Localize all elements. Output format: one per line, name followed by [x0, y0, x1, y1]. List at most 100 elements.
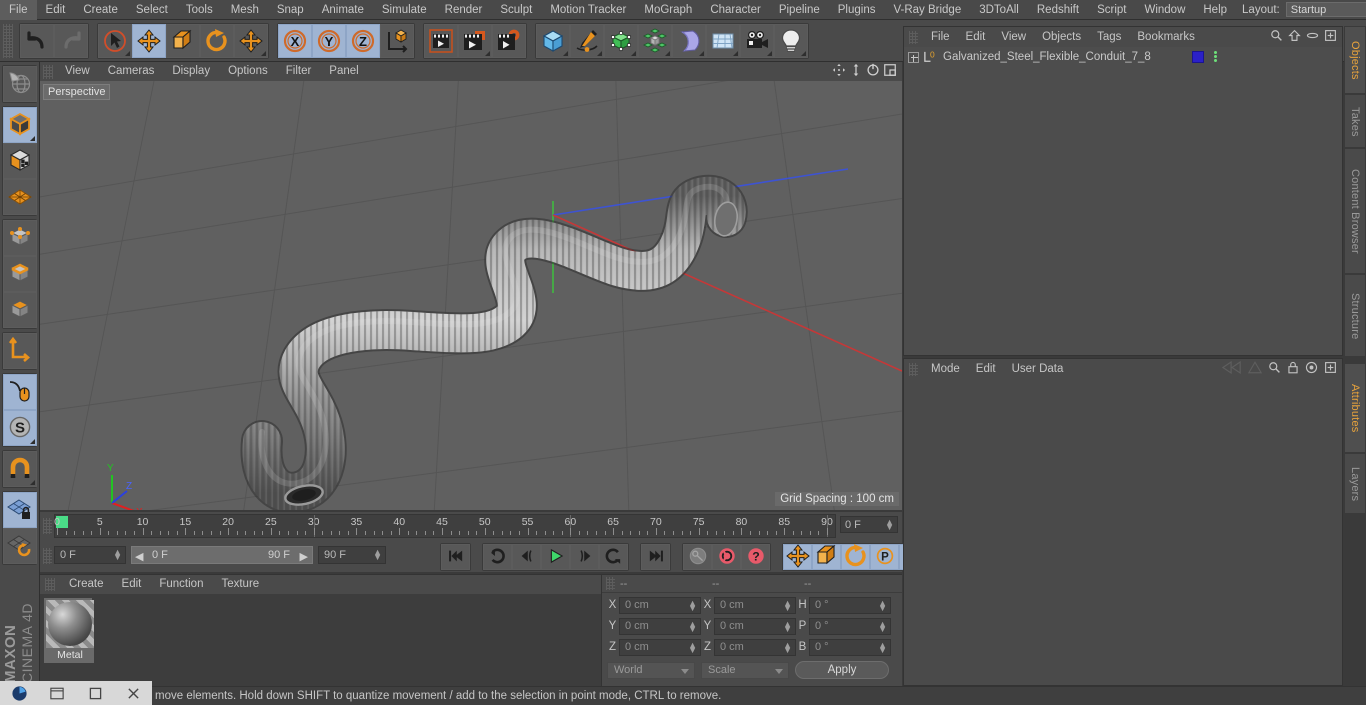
record-active-objects-button[interactable]: [683, 544, 712, 570]
corner-triangle-icon[interactable]: [801, 50, 806, 56]
vtab-structure[interactable]: Structure: [1344, 274, 1366, 358]
go-to-end-button[interactable]: [641, 544, 670, 570]
perspective-viewport[interactable]: Perspective Y Z Grid Spacing: 100 cm: [40, 81, 902, 510]
menu-item-file[interactable]: File: [923, 27, 958, 47]
size-y-field[interactable]: 0 cm ▲ ▼: [714, 617, 796, 635]
position-key-button[interactable]: [783, 543, 812, 570]
render-settings-button[interactable]: [492, 23, 526, 58]
plus-box-icon[interactable]: [1324, 361, 1337, 377]
points-mode-button[interactable]: [3, 220, 37, 256]
object-manager-grip[interactable]: [909, 30, 918, 44]
lock-icon[interactable]: [1287, 361, 1299, 377]
expand-icon[interactable]: [908, 51, 919, 63]
vtab-attributes[interactable]: Attributes: [1344, 363, 1366, 454]
menu-item-motion-tracker[interactable]: Motion Tracker: [541, 0, 635, 20]
range-right-arrow-icon[interactable]: ▶: [300, 550, 308, 563]
scale-button[interactable]: [166, 23, 200, 58]
add-deformer-button[interactable]: [672, 23, 706, 58]
spinner-icon[interactable]: ▲ ▼: [373, 548, 382, 562]
step-back-button[interactable]: [512, 544, 541, 570]
menu-item-edit[interactable]: Edit: [113, 575, 151, 594]
playback-range-bar[interactable]: ◀ 0 F 90 F ▶: [131, 546, 313, 564]
make-editable-button[interactable]: [3, 66, 37, 102]
add-camera-button[interactable]: [740, 23, 774, 58]
menu-item-edit[interactable]: Edit: [37, 0, 75, 20]
range-left-arrow-icon[interactable]: ◀: [135, 550, 143, 563]
parameter-key-button[interactable]: P: [870, 544, 899, 570]
menu-item-user-data[interactable]: User Data: [1004, 359, 1072, 379]
object-row[interactable]: 0 Galvanized_Steel_Flexible_Conduit_7_8: [904, 47, 1342, 67]
menu-item-simulate[interactable]: Simulate: [373, 0, 436, 20]
menu-item-pipeline[interactable]: Pipeline: [770, 0, 829, 20]
c4d-app-icon[interactable]: [0, 681, 38, 705]
size-z-field[interactable]: 0 cm ▲ ▼: [714, 638, 796, 656]
home-icon[interactable]: [1288, 29, 1301, 45]
play-reverse-loop-button[interactable]: [483, 544, 512, 570]
playbar-preview-end-field[interactable]: 90 F ▲ ▼: [318, 546, 386, 564]
go-to-start-button[interactable]: [441, 544, 470, 570]
corner-triangle-icon[interactable]: [665, 50, 670, 56]
spinner-icon[interactable]: ▲ ▼: [783, 598, 792, 612]
menu-item-edit[interactable]: Edit: [958, 27, 994, 47]
spinner-icon[interactable]: ▲ ▼: [878, 640, 887, 654]
render-view-button[interactable]: [424, 23, 458, 58]
step-forward-button[interactable]: [570, 544, 599, 570]
menu-item-bookmarks[interactable]: Bookmarks: [1129, 27, 1203, 47]
forward-nav-icon[interactable]: [1247, 361, 1263, 377]
tag-dots-icon[interactable]: [1211, 51, 1219, 62]
menu-item-display[interactable]: Display: [163, 62, 219, 81]
menu-item-window[interactable]: Window: [1135, 0, 1194, 20]
ellipse-icon[interactable]: [1306, 29, 1319, 45]
move-button[interactable]: [132, 23, 166, 58]
rotation-b-field[interactable]: 0 ° ▲ ▼: [809, 638, 891, 656]
position-z-field[interactable]: 0 cm ▲ ▼: [619, 638, 701, 656]
menu-item-panel[interactable]: Panel: [320, 62, 367, 81]
magnet-tool-button[interactable]: [3, 451, 37, 487]
playbar-current-frame-field[interactable]: 0 F ▲ ▼: [54, 546, 126, 564]
lock-workplane-button[interactable]: [3, 492, 37, 528]
add-generator-button[interactable]: [604, 23, 638, 58]
menu-item-snap[interactable]: Snap: [268, 0, 313, 20]
texture-mode-button[interactable]: [3, 143, 37, 179]
plus-box-icon[interactable]: [1324, 29, 1337, 45]
pan-icon[interactable]: [832, 63, 846, 80]
object-axis-mode-button[interactable]: [3, 333, 37, 369]
z-axis-lock-button[interactable]: Z: [346, 23, 380, 58]
menu-item-cameras[interactable]: Cameras: [99, 62, 164, 81]
toolbar-grip[interactable]: [3, 23, 13, 58]
corner-triangle-icon[interactable]: [699, 50, 704, 56]
vtab-layers[interactable]: Layers: [1344, 453, 1366, 515]
menu-item-mesh[interactable]: Mesh: [222, 0, 268, 20]
corner-triangle-icon[interactable]: [30, 439, 35, 444]
rotation-p-field[interactable]: 0 ° ▲ ▼: [809, 617, 891, 635]
menu-item-file[interactable]: File: [0, 0, 37, 20]
vtab-content-browser[interactable]: Content Browser: [1344, 148, 1366, 275]
spinner-icon[interactable]: ▲ ▼: [878, 598, 887, 612]
material-tag[interactable]: [1192, 51, 1204, 63]
add-cube-button[interactable]: [536, 23, 570, 58]
menu-item-create[interactable]: Create: [74, 0, 127, 20]
menu-item-filter[interactable]: Filter: [277, 62, 321, 81]
enable-axis-modification-button[interactable]: [3, 374, 37, 410]
menu-item-select[interactable]: Select: [127, 0, 177, 20]
layout-dropdown[interactable]: Startup: [1285, 2, 1366, 17]
position-x-field[interactable]: 0 cm ▲ ▼: [619, 596, 701, 614]
spinner-icon[interactable]: ▲ ▼: [688, 598, 697, 612]
apply-button[interactable]: Apply: [795, 661, 889, 679]
position-y-field[interactable]: 0 cm ▲ ▼: [619, 617, 701, 635]
corner-triangle-icon[interactable]: [597, 50, 602, 56]
menu-item-plugins[interactable]: Plugins: [829, 0, 885, 20]
model-mode-button[interactable]: [3, 107, 37, 143]
square-icon[interactable]: [76, 681, 114, 705]
menu-item-script[interactable]: Script: [1088, 0, 1135, 20]
search-icon[interactable]: [1270, 29, 1283, 45]
corner-triangle-icon[interactable]: [563, 50, 568, 56]
spinner-icon[interactable]: ▲ ▼: [113, 548, 122, 562]
edges-mode-button[interactable]: [3, 256, 37, 292]
menu-item-objects[interactable]: Objects: [1034, 27, 1089, 47]
live-selection-button[interactable]: [98, 23, 132, 58]
material-grip[interactable]: [45, 578, 55, 591]
timeline-ruler[interactable]: 051015202530354045505560657075808590: [54, 514, 836, 538]
window-icon[interactable]: [38, 681, 76, 705]
menu-item-redshift[interactable]: Redshift: [1028, 0, 1088, 20]
